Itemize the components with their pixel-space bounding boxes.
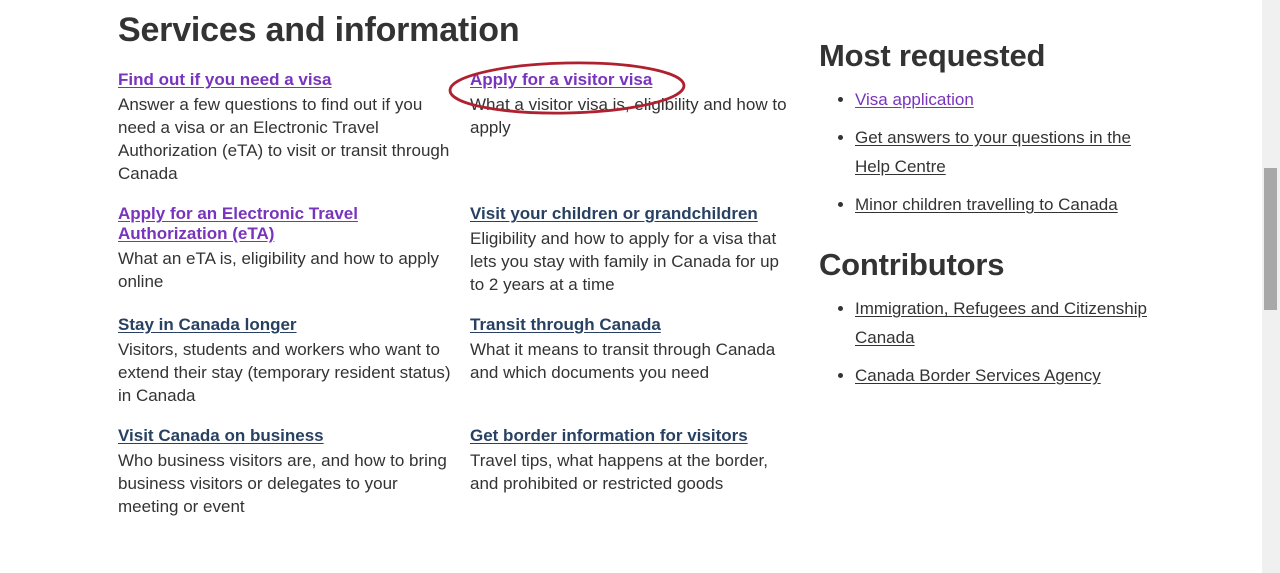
service-item-find-out-if-you-need-a-visa: Find out if you need a visa Answer a few… xyxy=(118,70,470,185)
service-desc-stay-in-canada-longer: Visitors, students and workers who want … xyxy=(118,340,451,405)
service-link-visit-canada-on-business[interactable]: Visit Canada on business xyxy=(118,426,324,445)
most-requested-list: Visa application Get answers to your que… xyxy=(819,85,1149,219)
services-grid: Find out if you need a visa Answer a few… xyxy=(118,70,808,537)
services-and-information-section: Services and information Find out if you… xyxy=(118,0,808,537)
vertical-scrollbar[interactable] xyxy=(1262,0,1280,573)
most-requested-heading: Most requested xyxy=(819,38,1046,73)
service-item-apply-for-a-visitor-visa: Apply for a visitor visa What a visitor … xyxy=(470,70,808,185)
service-desc-apply-for-an-eta: What an eTA is, eligibility and how to a… xyxy=(118,249,439,291)
service-link-transit-through-canada[interactable]: Transit through Canada xyxy=(470,315,661,334)
right-rail: Most requested Visa application Get answ… xyxy=(819,0,1149,390)
service-desc-apply-for-a-visitor-visa: What a visitor visa is, eligibility and … xyxy=(470,95,787,137)
contributor-link-cbsa[interactable]: Canada Border Services Agency xyxy=(855,366,1101,385)
page-title: Services and information xyxy=(118,11,520,49)
service-item-stay-in-canada-longer: Stay in Canada longer Visitors, students… xyxy=(118,315,470,407)
service-item-visit-your-children-or-grandchildren: Visit your children or grandchildren Eli… xyxy=(470,204,808,296)
service-desc-find-out-if-you-need-a-visa: Answer a few questions to find out if yo… xyxy=(118,95,450,183)
contributors-heading: Contributors xyxy=(819,247,1005,282)
contributors-list: Immigration, Refugees and Citizenship Ca… xyxy=(819,294,1149,390)
list-item: Visa application xyxy=(855,85,1149,114)
service-desc-get-border-information-for-visitors: Travel tips, what happens at the border,… xyxy=(470,451,768,493)
list-item: Immigration, Refugees and Citizenship Ca… xyxy=(855,294,1149,352)
most-requested-link-visa-application[interactable]: Visa application xyxy=(855,90,974,109)
service-item-get-border-information-for-visitors: Get border information for visitors Trav… xyxy=(470,426,808,518)
list-item: Minor children travelling to Canada xyxy=(855,190,1149,219)
service-link-apply-for-an-eta[interactable]: Apply for an Electronic Travel Authoriza… xyxy=(118,204,358,243)
service-link-get-border-information-for-visitors[interactable]: Get border information for visitors xyxy=(470,426,748,445)
service-desc-visit-your-children-or-grandchildren: Eligibility and how to apply for a visa … xyxy=(470,229,779,294)
service-link-apply-for-a-visitor-visa[interactable]: Apply for a visitor visa xyxy=(470,70,652,89)
list-item: Get answers to your questions in the Hel… xyxy=(855,123,1149,181)
service-item-transit-through-canada: Transit through Canada What it means to … xyxy=(470,315,808,407)
service-link-stay-in-canada-longer[interactable]: Stay in Canada longer xyxy=(118,315,297,334)
service-item-visit-canada-on-business: Visit Canada on business Who business vi… xyxy=(118,426,470,518)
scrollbar-thumb[interactable] xyxy=(1264,168,1277,310)
most-requested-link-minor-children-travelling[interactable]: Minor children travelling to Canada xyxy=(855,195,1118,214)
contributor-link-ircc[interactable]: Immigration, Refugees and Citizenship Ca… xyxy=(855,299,1147,347)
service-item-apply-for-an-eta: Apply for an Electronic Travel Authoriza… xyxy=(118,204,470,296)
page-root: Services and information Find out if you… xyxy=(0,0,1280,573)
list-item: Canada Border Services Agency xyxy=(855,361,1149,390)
content-area: Services and information Find out if you… xyxy=(0,0,1262,573)
most-requested-link-help-centre[interactable]: Get answers to your questions in the Hel… xyxy=(855,128,1131,176)
service-link-find-out-if-you-need-a-visa[interactable]: Find out if you need a visa xyxy=(118,70,331,89)
service-desc-visit-canada-on-business: Who business visitors are, and how to br… xyxy=(118,451,447,516)
service-link-visit-your-children-or-grandchildren[interactable]: Visit your children or grandchildren xyxy=(470,204,758,223)
service-desc-transit-through-canada: What it means to transit through Canada … xyxy=(470,340,776,382)
